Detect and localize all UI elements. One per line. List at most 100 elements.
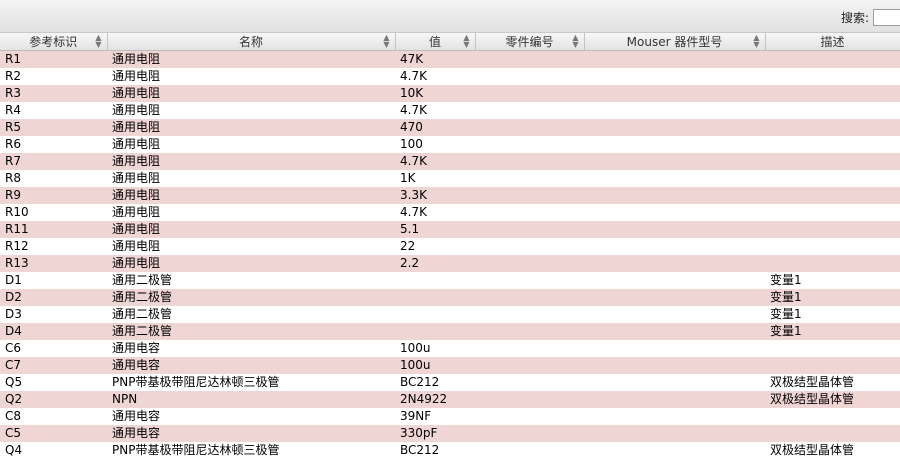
table-row[interactable]: R6 通用电阻 100 [0, 136, 900, 153]
cell-ref: R8 [0, 170, 107, 187]
cell-ref: Q5 [0, 374, 107, 391]
cell-value [395, 272, 475, 289]
cell-part-number [475, 340, 584, 357]
search-input[interactable] [873, 9, 900, 26]
cell-value: 330pF [395, 425, 475, 442]
cell-mouser-part [584, 323, 765, 340]
sort-icon[interactable]: ▲ ▼ [463, 34, 469, 49]
cell-part-number [475, 204, 584, 221]
sort-icon[interactable]: ▲ ▼ [572, 34, 578, 49]
cell-value [395, 323, 475, 340]
cell-description [765, 50, 900, 68]
table-row[interactable]: R5 通用电阻 470 [0, 119, 900, 136]
cell-value: 470 [395, 119, 475, 136]
cell-part-number [475, 255, 584, 272]
cell-part-number [475, 102, 584, 119]
table-row[interactable]: Q5 PNP带基极带阻尼达林顿三极管 BC212 双极结型晶体管 [0, 374, 900, 391]
cell-value [395, 306, 475, 323]
cell-name: 通用电容 [107, 357, 395, 374]
cell-value: 100 [395, 136, 475, 153]
column-header-value[interactable]: 值 ▲ ▼ [395, 33, 476, 51]
table-row[interactable]: C8 通用电容 39NF [0, 408, 900, 425]
cell-mouser-part [584, 374, 765, 391]
cell-mouser-part [584, 153, 765, 170]
cell-description [765, 255, 900, 272]
cell-ref: D3 [0, 306, 107, 323]
table-row[interactable]: C7 通用电容 100u [0, 357, 900, 374]
cell-description [765, 204, 900, 221]
cell-name: 通用电阻 [107, 187, 395, 204]
cell-mouser-part [584, 289, 765, 306]
cell-description: 变量1 [765, 272, 900, 289]
cell-name: 通用电阻 [107, 85, 395, 102]
sort-icon[interactable]: ▲ ▼ [753, 34, 759, 49]
column-header-description[interactable]: 描述 [765, 33, 900, 51]
table-row[interactable]: R11 通用电阻 5.1 [0, 221, 900, 238]
cell-value: 39NF [395, 408, 475, 425]
table-row[interactable]: D3 通用二极管 变量1 [0, 306, 900, 323]
column-header-ref[interactable]: 参考标识 ▲ ▼ [0, 33, 108, 51]
cell-ref: R3 [0, 85, 107, 102]
cell-part-number [475, 289, 584, 306]
cell-description: 变量1 [765, 289, 900, 306]
cell-part-number [475, 442, 584, 459]
cell-value: 2N4922 [395, 391, 475, 408]
table-row[interactable]: R13 通用电阻 2.2 [0, 255, 900, 272]
column-header-name[interactable]: 名称 ▲ ▼ [107, 33, 396, 51]
cell-mouser-part [584, 408, 765, 425]
cell-part-number [475, 68, 584, 85]
cell-value: BC212 [395, 442, 475, 459]
cell-description [765, 408, 900, 425]
table-row[interactable]: R12 通用电阻 22 [0, 238, 900, 255]
cell-ref: C7 [0, 357, 107, 374]
cell-mouser-part [584, 221, 765, 238]
table-row[interactable]: R4 通用电阻 4.7K [0, 102, 900, 119]
cell-mouser-part [584, 102, 765, 119]
cell-ref: R11 [0, 221, 107, 238]
column-header-mouser-part[interactable]: Mouser 器件型号 ▲ ▼ [584, 33, 766, 51]
column-header-part-number[interactable]: 零件编号 ▲ ▼ [475, 33, 585, 51]
search-label: 搜索: [840, 11, 869, 25]
cell-part-number [475, 187, 584, 204]
table-row[interactable]: D4 通用二极管 变量1 [0, 323, 900, 340]
table-row[interactable]: R1 通用电阻 47K [0, 50, 900, 68]
cell-ref: Q2 [0, 391, 107, 408]
cell-description [765, 340, 900, 357]
table-row[interactable]: R3 通用电阻 10K [0, 85, 900, 102]
cell-part-number [475, 50, 584, 68]
cell-part-number [475, 238, 584, 255]
cell-part-number [475, 136, 584, 153]
table-row[interactable]: R9 通用电阻 3.3K [0, 187, 900, 204]
cell-mouser-part [584, 238, 765, 255]
cell-part-number [475, 357, 584, 374]
bom-table: 参考标识 ▲ ▼ 名称 ▲ ▼ 值 ▲ ▼ 零件编号 ▲ ▼ Mouser 器件型号 ▲ ▼ 描述 … [0, 33, 900, 459]
cell-value: BC212 [395, 374, 475, 391]
cell-description [765, 119, 900, 136]
table-row[interactable]: R10 通用电阻 4.7K [0, 204, 900, 221]
table-row[interactable]: R2 通用电阻 4.7K [0, 68, 900, 85]
table-row[interactable]: Q4 PNP带基极带阻尼达林顿三极管 BC212 双极结型晶体管 [0, 442, 900, 459]
cell-description [765, 153, 900, 170]
cell-mouser-part [584, 50, 765, 68]
cell-ref: R7 [0, 153, 107, 170]
sort-icon[interactable]: ▲ ▼ [383, 34, 389, 49]
sort-icon[interactable]: ▲ ▼ [95, 34, 101, 49]
table-header-row: 参考标识 ▲ ▼ 名称 ▲ ▼ 值 ▲ ▼ 零件编号 ▲ ▼ Mouser 器件型号 ▲ ▼ 描述 [0, 33, 900, 51]
table-row[interactable]: D2 通用二极管 变量1 [0, 289, 900, 306]
cell-description [765, 425, 900, 442]
cell-mouser-part [584, 255, 765, 272]
table-row[interactable]: C6 通用电容 100u [0, 340, 900, 357]
table-row[interactable]: R7 通用电阻 4.7K [0, 153, 900, 170]
table-row[interactable]: Q2 NPN 2N4922 双极结型晶体管 [0, 391, 900, 408]
cell-value: 22 [395, 238, 475, 255]
table-row[interactable]: R8 通用电阻 1K [0, 170, 900, 187]
cell-mouser-part [584, 187, 765, 204]
cell-part-number [475, 85, 584, 102]
cell-part-number [475, 153, 584, 170]
cell-value: 100u [395, 357, 475, 374]
table-row[interactable]: D1 通用二极管 变量1 [0, 272, 900, 289]
cell-mouser-part [584, 119, 765, 136]
cell-mouser-part [584, 442, 765, 459]
cell-name: 通用电容 [107, 340, 395, 357]
table-row[interactable]: C5 通用电容 330pF [0, 425, 900, 442]
